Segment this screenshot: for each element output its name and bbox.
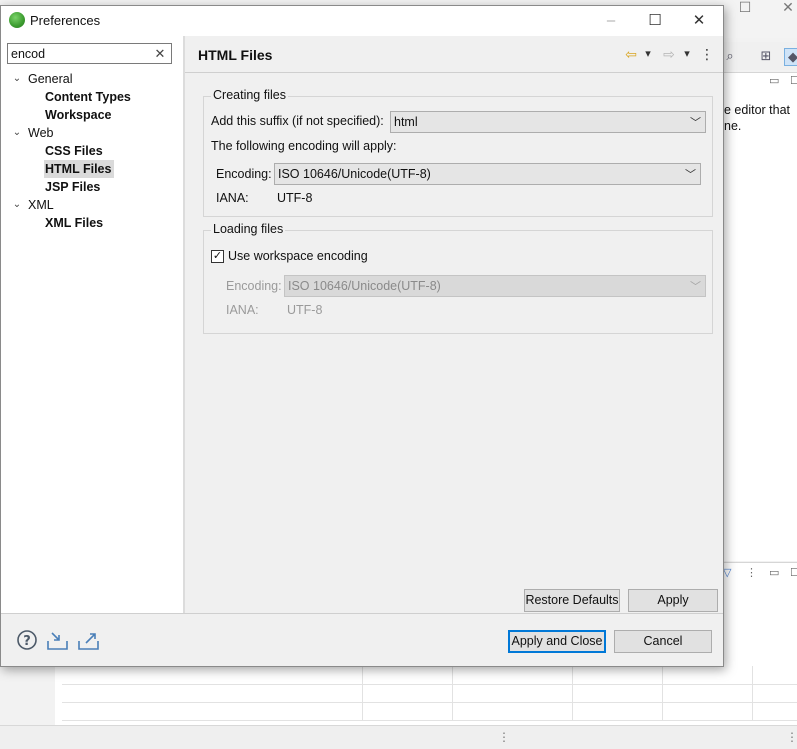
preferences-dialog: Preferences – ☐ ✕ ✕ ⌄ General Content Ty…	[0, 5, 724, 667]
creating-files-group: Creating files Add this suffix (if not s…	[203, 88, 713, 217]
minimize-view-icon[interactable]: ▭	[769, 76, 779, 87]
encoding-value: ISO 10646/Unicode(UTF-8)	[278, 167, 431, 181]
tree-item-xml-files[interactable]: XML Files	[1, 214, 183, 232]
chevron-down-icon: ﹀	[690, 281, 701, 293]
loading-encoding-combo: ISO 10646/Unicode(UTF-8) ﹀	[284, 275, 706, 297]
import-icon[interactable]	[46, 629, 68, 651]
loading-encoding-label: Encoding:	[226, 279, 282, 293]
tree-item-general[interactable]: ⌄ General	[1, 70, 183, 88]
ide-editor-view	[722, 72, 797, 561]
tree-item-html-files[interactable]: HTML Files	[1, 160, 183, 178]
minimize-button[interactable]: –	[589, 8, 633, 34]
loading-iana-label: IANA:	[226, 303, 259, 317]
apply-and-close-button[interactable]: Apply and Close	[508, 630, 606, 653]
cancel-button[interactable]: Cancel	[614, 630, 712, 653]
search-icon[interactable]: ⌕	[722, 48, 738, 64]
eclipse-spring-icon	[9, 12, 25, 28]
restore-defaults-button[interactable]: Restore Defaults	[524, 589, 620, 612]
open-perspective-icon[interactable]: ⊞	[758, 48, 774, 64]
chevron-down-icon: ﹀	[690, 117, 701, 129]
ide-view-text: e editor that ne.	[724, 103, 791, 133]
minimize-panel-icon[interactable]: ▭	[769, 568, 779, 579]
tree-item-content-types[interactable]: Content Types	[1, 88, 183, 106]
use-workspace-label[interactable]: Use workspace encoding	[228, 249, 368, 263]
page-title: HTML Files	[198, 47, 273, 63]
loading-files-title: Loading files	[211, 222, 286, 236]
ide-status-bar	[0, 725, 797, 749]
loading-iana-value: UTF-8	[287, 303, 323, 317]
chevron-down-icon: ﹀	[685, 169, 696, 181]
preference-page: HTML Files ⇦ ▾ ⇨ ▾ ⋮ Creating files Add …	[185, 36, 723, 613]
suffix-combo[interactable]: html ﹀	[390, 111, 706, 133]
status-separator-icon: ⋮	[498, 730, 510, 744]
back-dropdown-icon[interactable]: ▾	[642, 45, 654, 63]
perspective-icon[interactable]: ◆	[784, 48, 797, 66]
tree-item-workspace[interactable]: Workspace	[1, 106, 183, 124]
use-workspace-checkbox[interactable]: ✓	[211, 250, 224, 263]
ide-problems-table	[62, 666, 797, 721]
status-separator-icon-2: ⋮	[786, 730, 797, 744]
chevron-down-icon[interactable]: ⌄	[12, 70, 22, 88]
suffix-value: html	[394, 115, 418, 129]
maximize-view-icon[interactable]: ☐	[790, 76, 797, 87]
view-menu-icon[interactable]: ⋮	[746, 568, 757, 579]
suffix-label: Add this suffix (if not specified):	[211, 114, 384, 128]
view-menu-icon[interactable]: ⋮	[700, 45, 714, 63]
ide-restore-icon[interactable]: ☐	[736, 0, 754, 14]
filter-icon[interactable]: ▽	[723, 568, 733, 579]
clear-filter-icon[interactable]: ✕	[153, 45, 167, 62]
export-icon[interactable]	[77, 629, 99, 651]
footer-divider	[1, 613, 723, 614]
creating-files-title: Creating files	[211, 88, 288, 102]
page-header: HTML Files ⇦ ▾ ⇨ ▾ ⋮	[185, 36, 723, 73]
chevron-down-icon[interactable]: ⌄	[12, 196, 22, 214]
tree-item-jsp-files[interactable]: JSP Files	[1, 178, 183, 196]
svg-text:?: ?	[23, 634, 31, 649]
iana-value: UTF-8	[277, 191, 313, 205]
forward-dropdown-icon[interactable]: ▾	[681, 45, 693, 63]
ide-close-icon[interactable]: ✕	[779, 0, 797, 14]
maximize-panel-icon[interactable]: ☐	[790, 568, 797, 579]
tree-item-xml[interactable]: ⌄ XML	[1, 196, 183, 214]
apply-button[interactable]: Apply	[628, 589, 718, 612]
help-icon[interactable]: ?	[16, 629, 38, 651]
tree-item-css-files[interactable]: CSS Files	[1, 142, 183, 160]
ide-toolbar: ⌕ ⊞ ◆	[722, 42, 797, 70]
encoding-combo[interactable]: ISO 10646/Unicode(UTF-8) ﹀	[274, 163, 701, 185]
close-button[interactable]: ✕	[677, 8, 721, 34]
dialog-title: Preferences	[30, 13, 101, 28]
filter-input[interactable]	[11, 45, 151, 62]
preference-tree-pane: ✕ ⌄ General Content Types Workspace ⌄ We…	[1, 36, 183, 613]
encoding-label: Encoding:	[216, 167, 272, 181]
tree-item-web[interactable]: ⌄ Web	[1, 124, 183, 142]
forward-arrow-icon[interactable]: ⇨	[660, 45, 678, 63]
back-arrow-icon[interactable]: ⇦	[622, 45, 640, 63]
loading-files-group: Loading files ✓ Use workspace encoding E…	[203, 222, 713, 334]
chevron-down-icon[interactable]: ⌄	[12, 124, 22, 142]
maximize-button[interactable]: ☐	[633, 8, 677, 34]
iana-label: IANA:	[216, 191, 249, 205]
filter-field[interactable]: ✕	[7, 43, 172, 64]
loading-encoding-value: ISO 10646/Unicode(UTF-8)	[288, 279, 441, 293]
dialog-titlebar[interactable]: Preferences – ☐ ✕	[1, 6, 723, 36]
encoding-apply-text: The following encoding will apply:	[211, 139, 397, 153]
